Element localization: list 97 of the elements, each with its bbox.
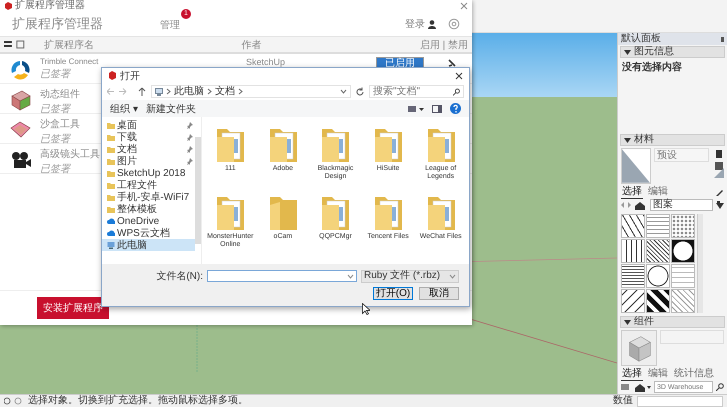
library-dropdown[interactable]: 图案: [650, 199, 713, 211]
navigation-item[interactable]: 工程文件: [102, 179, 195, 191]
extension-name: 沙盒工具: [40, 118, 80, 131]
address-bar[interactable]: 此电脑 文档: [151, 85, 351, 98]
panel-title: 默认面板: [621, 33, 661, 45]
app-icon: [4, 2, 12, 10]
extension-name: 高级镜头工具: [40, 148, 100, 161]
pattern-swatch[interactable]: [621, 289, 645, 313]
navigation-item[interactable]: 文档: [102, 143, 195, 155]
field-label: 文件名(N):: [156, 270, 203, 283]
pattern-swatch[interactable]: [621, 239, 645, 263]
panel-tab[interactable]: 选择: [621, 368, 643, 380]
settings-icon[interactable]: [448, 18, 460, 30]
status-message: 选择对象。切换到扩充选择。拖动鼠标选择多项。: [28, 395, 248, 407]
eyedropper-icon: [716, 188, 724, 196]
login-link[interactable]: 登录: [405, 17, 425, 31]
computer-icon: [155, 88, 163, 96]
filename-field[interactable]: [207, 270, 357, 282]
cube-icon: [621, 330, 657, 366]
navigation-arrows-icon[interactable]: [107, 87, 147, 96]
signed-status: 已签署: [40, 102, 70, 116]
breadcrumb-item[interactable]: 此电脑: [174, 86, 204, 97]
scrollbar[interactable]: [195, 137, 201, 244]
manager-heading: 扩展程序管理器: [12, 15, 103, 33]
view-menu-icon[interactable]: [408, 104, 424, 112]
app-icon: [108, 71, 117, 80]
navigation-item[interactable]: WPS云文档: [102, 227, 195, 239]
material-tools-icon: [714, 148, 724, 178]
navigation-item[interactable]: 手机-安卓-WiFi7: [102, 191, 195, 203]
pattern-swatch[interactable]: [671, 214, 695, 238]
tab[interactable]: 管理: [160, 18, 180, 35]
column-header: 作者: [242, 38, 263, 52]
chevron-icon: [238, 88, 243, 95]
pattern-swatch[interactable]: [646, 239, 670, 263]
install-button[interactable]: 安装扩展程序: [37, 297, 109, 319]
panel-tab[interactable]: 选择: [621, 186, 643, 198]
column-header: 扩展程序名: [44, 38, 95, 52]
new-folder-button[interactable]: 新建文件夹: [146, 102, 196, 116]
pattern-swatch[interactable]: [646, 289, 670, 313]
section-title: 组件: [634, 317, 654, 327]
pattern-swatch[interactable]: [671, 239, 695, 263]
navigation-item[interactable]: 整体模板: [102, 203, 195, 215]
scrollbar[interactable]: [697, 214, 703, 313]
section-header[interactable]: 组件: [620, 316, 725, 328]
pattern-swatch[interactable]: [646, 264, 670, 288]
chevron-icon: [166, 88, 171, 95]
refresh-icon[interactable]: [355, 86, 365, 96]
extension-name: 动态组件: [40, 88, 80, 101]
section-title: 图元信息: [634, 47, 674, 57]
organize-menu[interactable]: 组织 ▾: [110, 102, 138, 116]
signed-status: 已签署: [40, 68, 70, 81]
navigation-item[interactable]: 桌面: [102, 119, 195, 131]
navigation-item[interactable]: 下载: [102, 131, 195, 143]
close-icon[interactable]: [455, 72, 463, 80]
navigation-item[interactable]: OneDrive: [102, 215, 195, 227]
pattern-swatch[interactable]: [671, 264, 695, 288]
help-icon[interactable]: [450, 103, 461, 114]
panel-tab[interactable]: 统计信息: [673, 368, 715, 380]
dialog-title: 打开: [120, 70, 140, 82]
search-icon: [716, 383, 724, 391]
pattern-swatch[interactable]: [621, 264, 645, 288]
material-preview: [621, 148, 651, 184]
pattern-swatch[interactable]: [621, 214, 645, 238]
navigation-item[interactable]: SketchUp 2018: [102, 167, 195, 179]
status-icons: [4, 397, 24, 405]
list-view-icons: [4, 40, 26, 49]
extension-author: SketchUp: [246, 57, 286, 67]
section-title: 材料: [634, 135, 654, 145]
computer-icon: [107, 241, 115, 249]
navigation-item[interactable]: 此电脑: [102, 239, 195, 251]
panel-tab[interactable]: 编辑: [647, 186, 669, 198]
view-options-icon: [621, 382, 651, 392]
file-type-dropdown[interactable]: Ruby 文件 (*.rbz): [361, 270, 459, 282]
chevron-icon: [207, 88, 212, 95]
preview-pane-icon[interactable]: [432, 104, 442, 112]
column-header: 启用 | 禁用: [420, 38, 468, 52]
cancel-button[interactable]: 取消: [419, 287, 459, 300]
tools-icon: [448, 59, 456, 68]
signed-status: 已签署: [40, 132, 70, 146]
user-icon: [428, 20, 436, 28]
section-header[interactable]: 材料: [620, 134, 725, 146]
details-arrow-icon: [716, 201, 724, 209]
navigation-icons: [621, 200, 647, 210]
panel-tab[interactable]: 编辑: [647, 368, 669, 380]
measurement-label: 数值: [613, 395, 633, 407]
material-name-field[interactable]: 预设: [654, 148, 709, 162]
signed-status: 已签署: [40, 162, 70, 176]
extension-name: Trimble Connect: [40, 57, 98, 66]
open-button[interactable]: 打开(O): [373, 287, 413, 300]
pattern-swatch[interactable]: [646, 214, 670, 238]
navigation-item[interactable]: 图片: [102, 155, 195, 167]
pattern-swatch[interactable]: [671, 289, 695, 313]
breadcrumb-item[interactable]: 文档: [215, 86, 235, 97]
measurement-field[interactable]: [637, 396, 723, 406]
selection-info: 没有选择内容: [622, 60, 683, 74]
section-header[interactable]: 图元信息: [620, 46, 725, 58]
search-icon: [453, 88, 460, 96]
